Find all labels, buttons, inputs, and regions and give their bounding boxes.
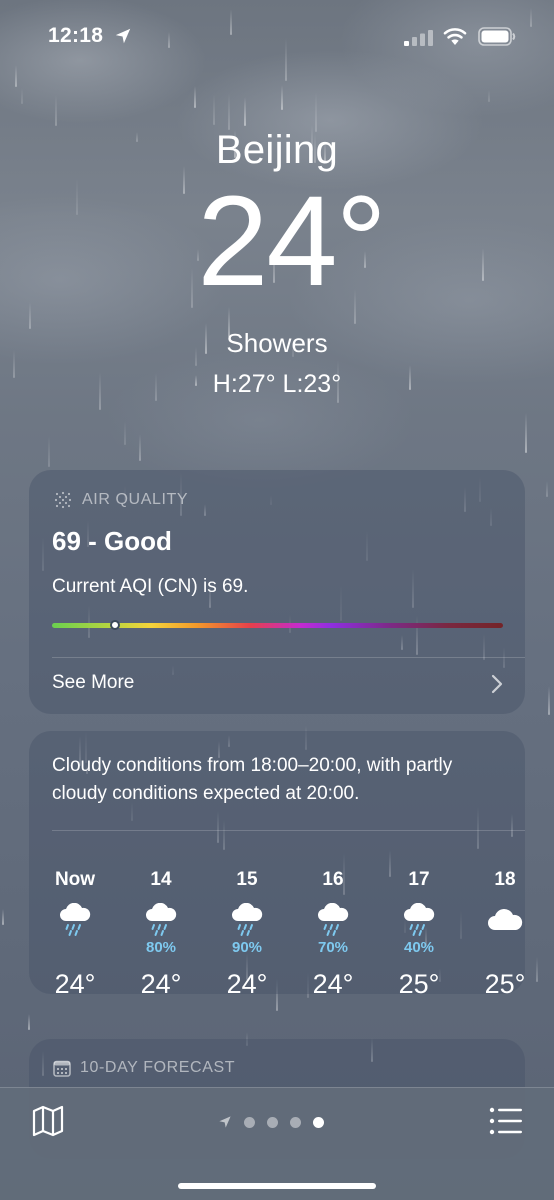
hourly-item: Now 24° <box>40 869 110 999</box>
see-more-link[interactable]: See More <box>52 672 134 694</box>
page-dot[interactable] <box>290 1116 301 1128</box>
hour-label: 18 <box>494 869 516 890</box>
hour-temperature: 24° <box>312 969 354 999</box>
rain-cloud-icon <box>232 903 263 936</box>
precipitation-chance <box>40 939 110 957</box>
hourly-summary: Cloudy conditions from 18:00–20:00, with… <box>52 755 453 804</box>
cloud-icon <box>488 908 523 930</box>
page-dot[interactable] <box>313 1116 324 1128</box>
rain-cloud-icon <box>404 903 435 936</box>
hourly-item: 14 80% 24° <box>126 869 196 999</box>
divider <box>52 830 525 831</box>
air-quality-icon <box>54 491 72 509</box>
rain-cloud-icon <box>146 903 177 936</box>
bottom-toolbar <box>0 1087 554 1200</box>
page-dot[interactable] <box>267 1116 278 1128</box>
chevron-right-icon[interactable] <box>491 674 503 694</box>
status-bar: 12:18 <box>0 22 554 54</box>
current-temperature: 24° <box>197 170 387 313</box>
hourly-scroll-row[interactable]: Now 24° 14 80% 24° 15 90% 24° 16 70% 24° 17 40% 25° 18… <box>29 869 525 999</box>
aqi-indicator-dot <box>110 620 121 630</box>
wifi-icon <box>443 28 467 45</box>
hourly-item: 16 70% 24° <box>298 869 368 999</box>
divider <box>52 657 525 658</box>
hourly-item: 17 40% 25° <box>384 869 454 999</box>
rain-cloud-icon <box>318 903 349 936</box>
high-low-temperature: H:27° L:23° <box>212 370 342 398</box>
weather-condition: Showers <box>226 328 328 358</box>
air-quality-header: AIR QUALITY <box>53 490 188 510</box>
air-quality-card[interactable]: AIR QUALITY 69 - Good Current AQI (CN) i… <box>29 470 525 714</box>
battery-icon <box>478 27 516 46</box>
air-quality-title: AIR QUALITY <box>82 491 189 508</box>
hour-temperature: 24° <box>140 969 182 999</box>
hour-label: 17 <box>408 869 430 890</box>
hour-temperature: 25° <box>398 969 440 999</box>
aqi-description: Current AQI (CN) is 69. <box>52 576 249 597</box>
map-icon[interactable] <box>31 1104 65 1138</box>
cellular-signal-icon <box>404 30 433 46</box>
precipitation-chance: 80% <box>145 939 177 956</box>
list-icon[interactable] <box>489 1106 523 1136</box>
calendar-icon <box>53 1060 71 1077</box>
page-indicator[interactable] <box>218 1114 324 1130</box>
precipitation-chance: 70% <box>317 939 349 956</box>
rain-cloud-icon <box>60 903 91 936</box>
hour-label: 15 <box>236 869 258 890</box>
home-indicator <box>178 1183 376 1189</box>
location-arrow-icon <box>219 1116 231 1128</box>
location-arrow-icon <box>115 28 131 44</box>
hour-label: Now <box>54 869 96 890</box>
hour-temperature: 24° <box>54 969 96 999</box>
precipitation-chance: 90% <box>231 939 263 956</box>
city-name: Beijing <box>215 128 339 172</box>
aqi-value: 69 - Good <box>52 526 172 556</box>
hour-label: 16 <box>322 869 344 890</box>
hourly-item: 18 25° <box>470 869 525 999</box>
page-dot[interactable] <box>244 1116 255 1128</box>
ten-day-forecast-header: 10-DAY FORECAST <box>53 1059 235 1077</box>
hour-temperature: 25° <box>484 969 525 999</box>
ten-day-forecast-title: 10-DAY FORECAST <box>80 1059 236 1076</box>
status-time: 12:18 <box>48 24 104 47</box>
hour-temperature: 24° <box>226 969 268 999</box>
precipitation-chance <box>470 939 525 957</box>
hourly-item: 15 90% 24° <box>212 869 282 999</box>
precipitation-chance: 40% <box>403 939 435 956</box>
hour-label: 14 <box>150 869 172 890</box>
hourly-forecast-card[interactable]: Cloudy conditions from 18:00–20:00, with… <box>29 731 525 999</box>
